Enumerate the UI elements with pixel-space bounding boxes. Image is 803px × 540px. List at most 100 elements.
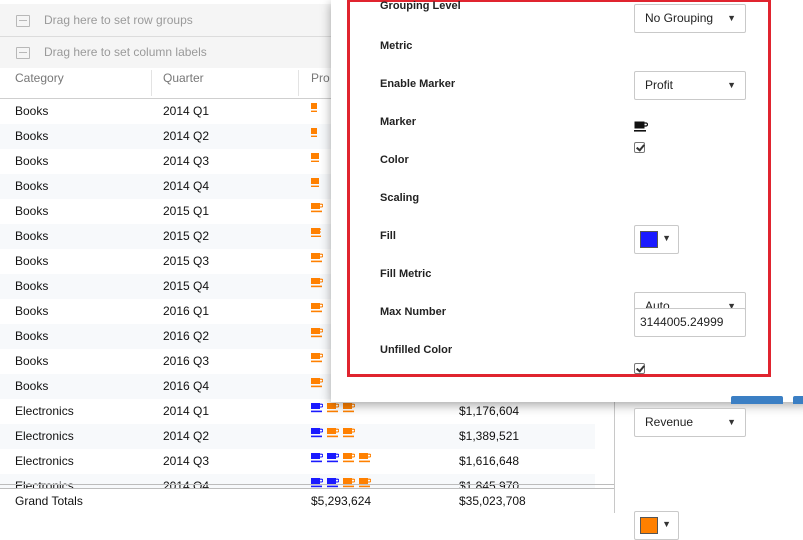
color-label: Color <box>380 154 409 166</box>
marker-properties-dialog: Grouping Level No Grouping ▼ Metric Prof… <box>331 0 803 540</box>
cell-profit-markers <box>311 176 323 188</box>
cell-quarter: 2014 Q4 <box>163 179 210 193</box>
cell-quarter: 2015 Q1 <box>163 204 210 218</box>
chevron-down-icon: ▼ <box>662 233 671 243</box>
cell-quarter: 2016 Q2 <box>163 329 210 343</box>
cell-category: Books <box>15 154 49 168</box>
cell-profit-markers <box>311 376 327 388</box>
coffee-cup-icon <box>311 353 323 363</box>
coffee-cup-icon <box>343 403 355 413</box>
cell-category: Books <box>15 329 49 343</box>
fill-checkbox[interactable] <box>634 363 645 374</box>
cell-quarter: 2014 Q2 <box>163 129 210 143</box>
color-swatch <box>640 231 658 248</box>
ok-button[interactable] <box>731 396 783 404</box>
cell-category: Books <box>15 229 49 243</box>
cell-category: Books <box>15 104 49 118</box>
cell-profit-markers <box>311 101 321 113</box>
cell-profit-markers <box>311 451 375 463</box>
cell-revenue: $1,616,648 <box>459 454 520 468</box>
cell-category: Electronics <box>15 404 74 418</box>
grand-totals-row: Grand Totals $5,293,624 $35,023,708 <box>0 488 614 514</box>
fill-label: Fill <box>380 230 396 242</box>
cell-quarter: 2016 Q4 <box>163 379 210 393</box>
coffee-cup-icon[interactable] <box>634 121 649 135</box>
grouping-level-select[interactable]: No Grouping ▼ <box>634 4 746 33</box>
cell-revenue: $1,176,604 <box>459 404 520 418</box>
cell-category: Books <box>15 129 49 143</box>
fill-metric-value: Revenue <box>645 415 694 429</box>
grand-totals-profit: $5,293,624 <box>311 494 372 508</box>
cell-category: Books <box>15 254 49 268</box>
coffee-cup-icon <box>311 253 323 263</box>
cell-quarter: 2015 Q4 <box>163 279 210 293</box>
fill-metric-select[interactable]: Revenue ▼ <box>634 408 746 437</box>
coffee-cup-icon <box>311 128 317 137</box>
color-picker-button[interactable]: ▼ <box>634 225 679 254</box>
coffee-cup-icon <box>359 453 371 463</box>
coffee-cup-icon <box>311 403 323 413</box>
cell-category: Books <box>15 279 49 293</box>
metric-select[interactable]: Profit ▼ <box>634 71 746 100</box>
unfilled-color-label: Unfilled Color <box>380 344 453 356</box>
max-number-input[interactable]: 3144005.24999 <box>634 308 746 337</box>
chevron-down-icon: ▼ <box>727 80 736 90</box>
max-number-label: Max Number <box>380 306 447 318</box>
cell-profit-markers <box>311 126 321 138</box>
cell-profit-markers <box>311 251 327 263</box>
cell-category: Books <box>15 354 49 368</box>
table-row[interactable]: Electronics 2014 Q3 $1,616,648 <box>0 449 595 475</box>
coffee-cup-icon <box>311 278 323 288</box>
highlight-box: Grouping Level No Grouping ▼ Metric Prof… <box>347 0 771 540</box>
cell-profit-markers <box>311 401 359 413</box>
table-row[interactable]: Electronics 2014 Q1 $1,176,604 <box>0 399 595 425</box>
scaling-label: Scaling <box>380 192 420 204</box>
cell-profit-markers <box>311 226 325 238</box>
unfilled-color-swatch <box>640 517 658 534</box>
row-groups-icon <box>16 14 30 27</box>
coffee-cup-icon <box>311 178 319 187</box>
grouping-level-value: No Grouping <box>645 11 714 25</box>
column-labels-placeholder: Drag here to set column labels <box>44 45 207 59</box>
coffee-cup-icon <box>327 403 339 413</box>
cell-quarter: 2016 Q1 <box>163 304 210 318</box>
cell-quarter: 2015 Q3 <box>163 254 210 268</box>
marker-label: Marker <box>380 116 417 128</box>
cancel-button[interactable] <box>793 396 803 404</box>
coffee-cup-icon <box>327 453 339 463</box>
coffee-cup-icon <box>311 203 323 213</box>
cell-category: Books <box>15 304 49 318</box>
cell-profit-markers <box>311 326 327 338</box>
enable-marker-label: Enable Marker <box>380 78 456 90</box>
enable-marker-checkbox[interactable] <box>634 142 645 153</box>
cell-category: Electronics <box>15 454 74 468</box>
column-header-category[interactable]: Category <box>0 70 152 96</box>
grand-totals-revenue: $35,023,708 <box>459 494 526 508</box>
row-groups-placeholder: Drag here to set row groups <box>44 13 193 27</box>
coffee-cup-icon <box>343 453 355 463</box>
cell-category: Books <box>15 179 49 193</box>
grouping-level-label: Grouping Level <box>380 0 461 12</box>
cell-category: Electronics <box>15 429 74 443</box>
metric-value: Profit <box>645 78 674 92</box>
column-header-quarter[interactable]: Quarter <box>150 70 299 96</box>
cell-profit-markers <box>311 301 327 313</box>
chevron-down-icon: ▼ <box>727 13 736 23</box>
cell-quarter: 2014 Q1 <box>163 104 210 118</box>
cell-category: Books <box>15 204 49 218</box>
column-labels-icon <box>16 46 30 59</box>
cell-category: Books <box>15 379 49 393</box>
coffee-cup-icon <box>311 228 321 237</box>
table-row[interactable]: Electronics 2014 Q2 $1,389,521 <box>0 424 595 450</box>
unfilled-color-picker-button[interactable]: ▼ <box>634 511 679 540</box>
cell-revenue: $1,389,521 <box>459 429 520 443</box>
coffee-cup-icon <box>311 378 323 388</box>
cell-profit-markers <box>311 201 327 213</box>
cell-quarter: 2015 Q2 <box>163 229 210 243</box>
cell-quarter: 2014 Q2 <box>163 429 210 443</box>
coffee-cup-icon <box>311 428 323 438</box>
cell-quarter: 2016 Q3 <box>163 354 210 368</box>
metric-label: Metric <box>380 40 413 52</box>
coffee-cup-icon <box>311 153 319 162</box>
cell-profit-markers <box>311 351 327 363</box>
